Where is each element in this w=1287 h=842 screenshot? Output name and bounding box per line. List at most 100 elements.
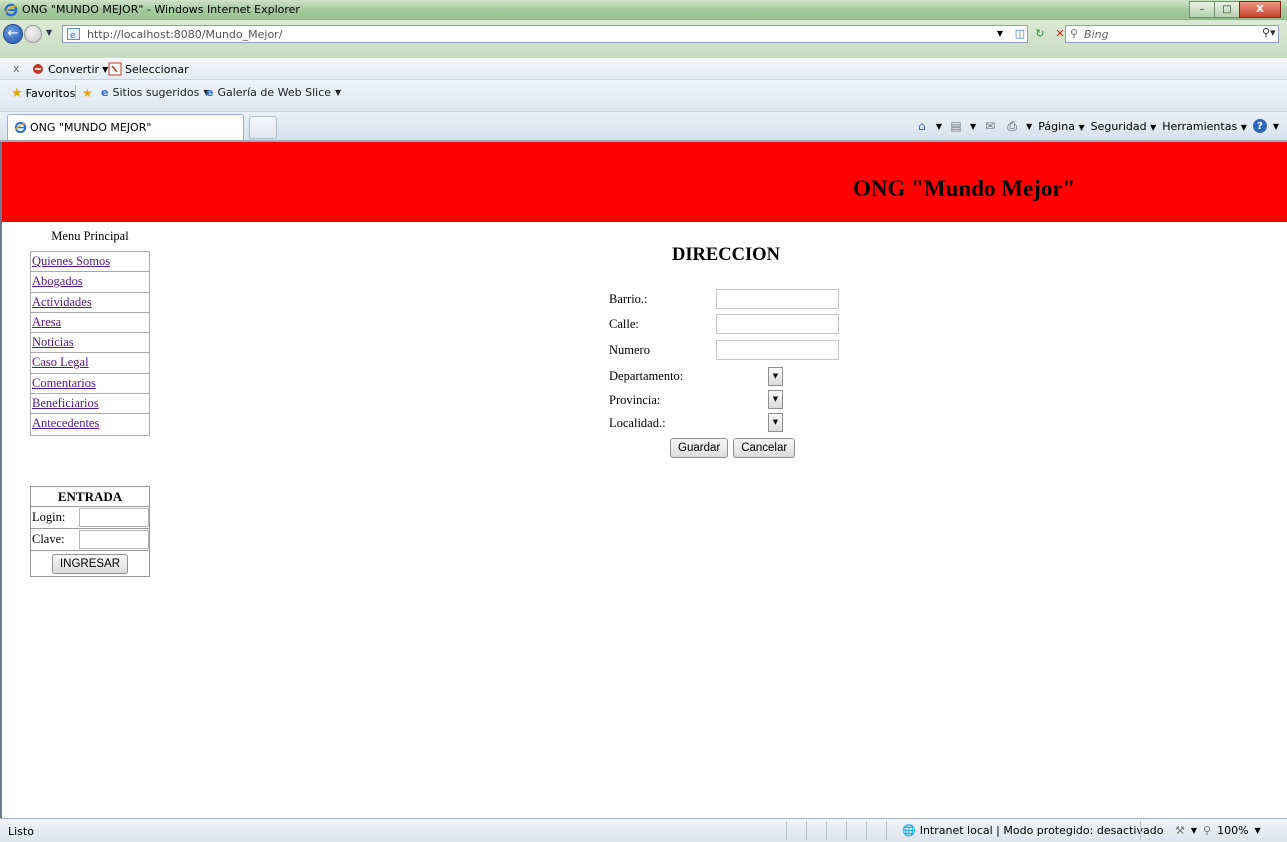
security-menu[interactable]: Seguridad ▼ [1091,120,1157,133]
localidad-select[interactable]: ▼ [768,413,783,432]
form-title: DIRECCION [672,245,780,265]
convert-label: Convertir [48,62,100,76]
window-titlebar: ONG "MUNDO MEJOR" - Windows Internet Exp… [0,0,1287,20]
calle-input[interactable] [716,314,839,334]
print-icon[interactable]: ⎙ [1004,118,1020,134]
favorites-item-web-slice-gallery[interactable]: e Galería de Web Slice ▼ [206,86,341,99]
help-dropdown-icon[interactable]: ▼ [1273,122,1279,131]
url-field[interactable]: e http://localhost:8080/Mundo_Mejor/ [62,25,1028,43]
add-to-favorites-icon[interactable]: ★ [82,86,93,100]
forward-button[interactable] [24,25,42,43]
numero-label: Numero [609,343,650,357]
menu-item-aresa[interactable]: Aresa [31,313,149,334]
ie-page-icon: e [206,86,214,99]
help-icon[interactable]: ? [1252,119,1267,133]
web-slice-gallery-label: Galería de Web Slice [217,86,332,99]
history-dropdown-icon[interactable]: ▼ [46,28,52,37]
login-button-row: INGRESAR [31,551,149,576]
web-slice-dropdown-icon: ▼ [335,88,342,97]
select-button[interactable]: Seleccionar [108,62,189,76]
new-tab-button[interactable] [249,116,277,139]
provincia-select[interactable]: ▼ [768,390,783,409]
menu-item-comentarios[interactable]: Comentarios [31,374,149,395]
convert-icon [33,64,43,74]
home-icon[interactable]: ⌂ [914,118,930,134]
url-dropdown-icon[interactable]: ▼ [993,27,1007,41]
mail-icon[interactable]: ✉ [982,118,998,134]
barrio-input[interactable] [716,289,839,309]
password-input[interactable] [79,530,149,549]
back-button[interactable]: ← [3,24,23,44]
favorites-button[interactable]: ★ Favoritos [11,86,75,101]
page-menu-label: Página [1038,119,1075,133]
home-dropdown-icon[interactable]: ▼ [936,122,942,131]
compatibility-view-icon[interactable]: ◫ [1013,27,1027,41]
close-window-button[interactable]: X [1239,1,1281,18]
barrio-label: Barrio.: [609,292,648,306]
header-banner: ONG "Mundo Mejor" [2,142,1287,222]
tab-ie-icon [14,121,27,134]
address-tools: ▼ ◫ ↻ ✕ [993,27,1067,41]
tools-menu-label: Herramientas [1162,119,1238,133]
star-icon: ★ [11,86,23,101]
departamento-select[interactable]: ▼ [768,367,783,386]
search-field[interactable]: ⚲ Bing [1065,25,1279,43]
select-icon [108,62,122,76]
convert-button[interactable]: Convertir ▼ [31,62,108,76]
refresh-icon[interactable]: ↻ [1033,27,1047,41]
feeds-icon[interactable]: ▤ [948,118,964,134]
status-divider [826,821,827,840]
localidad-label: Localidad.: [609,416,666,430]
security-zone[interactable]: 🌐 Intranet local | Modo protegido: desac… [902,824,1163,837]
menu-item-antecedentes[interactable]: Antecedentes [31,414,149,434]
zoom-control[interactable]: ⚒ ▼ ⚲ 100% ▼ [1175,824,1261,837]
maximize-button[interactable]: □ [1214,1,1240,18]
url-text: http://localhost:8080/Mundo_Mejor/ [87,28,283,41]
suggested-sites-label: Sitios sugeridos [112,86,200,99]
print-dropdown-icon[interactable]: ▼ [1026,122,1032,131]
menu-item-beneficiarios[interactable]: Beneficiarios [31,394,149,415]
search-go-icon[interactable]: ⚲▾ [1262,26,1276,39]
favorites-item-suggested-sites[interactable]: e Sitios sugeridos ▼ [101,86,209,99]
status-bar: Listo 🌐 Intranet local | Modo protegido:… [0,818,1287,842]
departamento-label: Departamento: [609,369,684,383]
password-label: Clave: [32,532,65,546]
feeds-dropdown-icon[interactable]: ▼ [970,122,976,131]
menu-item-quienes-somos[interactable]: Quienes Somos [31,252,149,273]
ingresar-button[interactable]: INGRESAR [51,553,129,574]
status-divider [786,821,787,840]
guardar-button[interactable]: Guardar [670,438,729,458]
minimize-button[interactable]: – [1189,1,1215,18]
tab-active[interactable]: ONG "MUNDO MEJOR" [7,114,244,140]
page-content: ONG "Mundo Mejor" Menu Principal Quienes… [0,142,1287,818]
menu-item-caso-legal[interactable]: Caso Legal [31,353,149,374]
login-title: ENTRADA [31,487,149,507]
search-placeholder: Bing [1084,28,1109,41]
menu-item-abogados[interactable]: Abogados [31,272,149,293]
menu-item-actividades[interactable]: Actividades [31,293,149,313]
ie-page-icon: e [101,86,109,99]
favorites-bar: ★ Favoritos ★ e Sitios sugeridos ▼ e Gal… [0,80,1287,112]
main-menu: Quienes Somos Abogados Actividades Aresa… [30,251,150,436]
chevron-down-icon: ▼ [772,395,779,403]
menu-item-noticias[interactable]: Noticias [31,333,149,354]
login-row: Login: [31,507,149,529]
tab-label: ONG "MUNDO MEJOR" [30,121,152,134]
security-menu-label: Seguridad [1090,119,1147,133]
page-menu[interactable]: Página ▼ [1038,120,1084,133]
numero-input[interactable] [716,340,839,360]
ie-logo-icon [4,3,18,17]
login-box: ENTRADA Login: Clave: INGRESAR [30,486,150,577]
login-input[interactable] [79,508,149,527]
close-toolbar-icon[interactable]: x [13,62,20,75]
security-zone-label: Intranet local | Modo protegido: desacti… [919,824,1164,837]
command-bar: ⌂ ▼ ▤ ▼ ✉ ⎙ ▼ Página ▼ Seguridad ▼ Herramie… [914,118,1279,134]
protected-mode-icon: ⚒ [1175,824,1185,837]
zoom-icon: ⚲ [1203,824,1212,837]
chevron-down-icon: ▼ [772,372,779,380]
cancelar-button[interactable]: Cancelar [733,438,796,458]
tools-menu[interactable]: Herramientas ▼ [1162,120,1247,133]
protected-dropdown-icon: ▼ [1190,826,1198,835]
status-divider [886,821,887,840]
form-buttons: Guardar Cancelar [670,438,796,458]
